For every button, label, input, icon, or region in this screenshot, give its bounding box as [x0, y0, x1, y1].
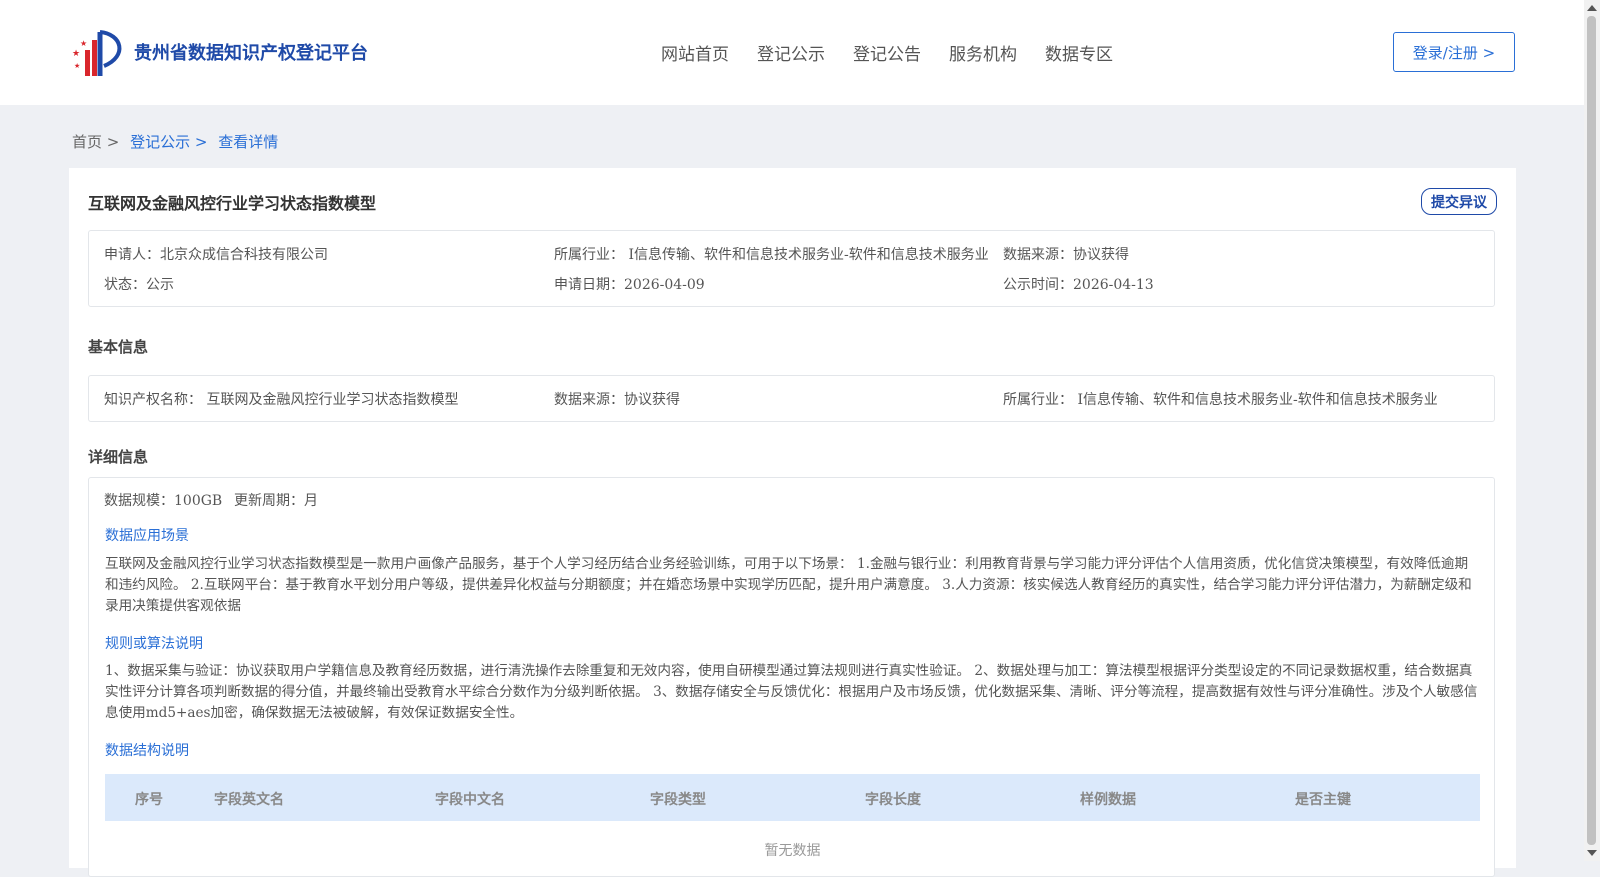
apply-date-text: 申请日期：2026-04-09	[554, 277, 705, 293]
main-nav: 网站首页 登记公示 登记公告 服务机构 数据专区	[661, 40, 1141, 65]
submit-objection-button[interactable]: 提交异议	[1421, 188, 1497, 215]
scene-title: 数据应用场景	[105, 528, 189, 544]
page-title: 互联网及金融风控行业学习状态指数模型	[88, 194, 377, 213]
th-field-length: 字段长度	[865, 792, 921, 808]
page-scrollbar[interactable]	[1584, 0, 1600, 861]
th-field-en: 字段英文名	[214, 792, 284, 808]
nav-home[interactable]: 网站首页	[661, 40, 729, 65]
detail-info-title: 详细信息	[88, 448, 149, 466]
th-index: 序号	[135, 792, 163, 808]
scene-text: 互联网及金融风控行业学习状态指数模型是一款用户画像产品服务，基于个人学习经历结合…	[105, 556, 1472, 614]
nav-registration-publicity[interactable]: 登记公示	[757, 40, 825, 65]
login-register-button[interactable]: 登录/注册 >	[1393, 32, 1515, 72]
table-empty-text: 暂无数据	[764, 843, 821, 859]
th-field-type: 字段类型	[650, 792, 706, 808]
nav-service-agencies[interactable]: 服务机构	[949, 40, 1017, 65]
publish-time-text: 公示时间：2026-04-13	[1003, 277, 1154, 293]
status-text: 状态：公示	[104, 277, 174, 293]
data-source-text: 数据来源：协议获得	[1003, 247, 1129, 263]
th-sample-data: 样例数据	[1080, 792, 1136, 808]
structure-table-header: 序号 字段英文名 字段中文名 字段类型 字段长度 样例数据 是否主键	[105, 774, 1480, 821]
industry-text: 所属行业： I信息传输、软件和信息技术服务业-软件和信息技术服务业	[554, 247, 989, 263]
data-scale-text: 数据规模：100GB	[104, 493, 223, 509]
update-cycle-text: 更新周期：月	[234, 493, 318, 509]
nav-data-zone[interactable]: 数据专区	[1045, 40, 1113, 65]
breadcrumb: 首页 > 登记公示 > 查看详情	[72, 131, 284, 152]
basic-info-box: 知识产权名称： 互联网及金融风控行业学习状态指数模型 数据来源：协议获得 所属行…	[88, 375, 1495, 422]
svg-text:★: ★	[72, 49, 80, 59]
scroll-up-arrow-icon[interactable]	[1587, 5, 1597, 11]
breadcrumb-publicity[interactable]: 登记公示 >	[130, 133, 207, 151]
applicant-text: 申请人：北京众成信合科技有限公司	[104, 247, 328, 263]
scroll-down-arrow-icon[interactable]	[1587, 850, 1597, 856]
detail-card: 互联网及金融风控行业学习状态指数模型 提交异议 申请人：北京众成信合科技有限公司…	[69, 168, 1516, 877]
detail-info-box: 数据规模：100GB 更新周期：月 数据应用场景 互联网及金融风控行业学习状态指…	[88, 477, 1495, 877]
site-logo[interactable]: ★ ★ ★ 贵州省数据知识产权登记平台	[70, 26, 368, 78]
scrollbar-thumb[interactable]	[1587, 16, 1596, 845]
svg-text:★: ★	[74, 62, 80, 70]
basic-data-source-text: 数据来源：协议获得	[554, 392, 680, 408]
structure-title: 数据结构说明	[105, 743, 189, 759]
site-title: 贵州省数据知识产权登记平台	[134, 43, 368, 64]
summary-box: 申请人：北京众成信合科技有限公司 所属行业： I信息传输、软件和信息技术服务业-…	[88, 230, 1495, 307]
ip-name-text: 知识产权名称： 互联网及金融风控行业学习状态指数模型	[104, 392, 459, 408]
basic-industry-text: 所属行业： I信息传输、软件和信息技术服务业-软件和信息技术服务业	[1003, 392, 1438, 408]
site-header: ★ ★ ★ 贵州省数据知识产权登记平台 网站首页 登记公示 登记公告 服务机构 …	[0, 0, 1584, 105]
rule-text: 1、数据采集与验证：协议获取用户学籍信息及教育经历数据，进行清洗操作去除重复和无…	[105, 663, 1478, 721]
rule-title: 规则或算法说明	[105, 636, 203, 652]
th-field-cn: 字段中文名	[435, 792, 505, 808]
logo-emblem-icon: ★ ★ ★	[72, 30, 122, 76]
breadcrumb-home[interactable]: 首页 >	[72, 133, 119, 151]
th-primary-key: 是否主键	[1295, 792, 1351, 808]
nav-registration-announcement[interactable]: 登记公告	[853, 40, 921, 65]
basic-info-title: 基本信息	[88, 338, 149, 356]
breadcrumb-current: 查看详情	[218, 133, 279, 151]
svg-text:★: ★	[80, 39, 87, 48]
